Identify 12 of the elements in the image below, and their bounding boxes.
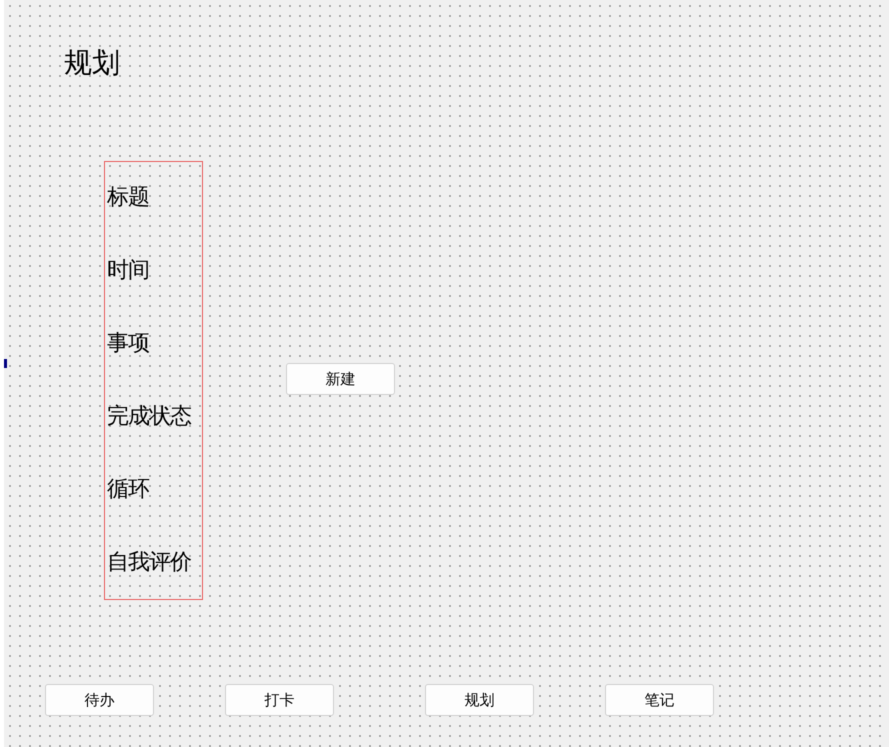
field-label: 事项 bbox=[107, 330, 150, 358]
new-button[interactable]: 新建 bbox=[286, 363, 395, 395]
field-label: 循环 bbox=[107, 476, 150, 504]
nav-button[interactable]: 待办 bbox=[45, 684, 154, 716]
page-title: 规划 bbox=[64, 45, 120, 81]
nav-button[interactable]: 打卡 bbox=[225, 684, 334, 716]
field-label: 自我评价 bbox=[107, 548, 192, 577]
nav-button[interactable]: 笔记 bbox=[605, 684, 714, 716]
field-label: 完成状态 bbox=[107, 402, 192, 431]
field-label: 标题 bbox=[107, 184, 150, 212]
field-label: 时间 bbox=[107, 257, 150, 286]
nav-button[interactable]: 规划 bbox=[425, 684, 534, 716]
